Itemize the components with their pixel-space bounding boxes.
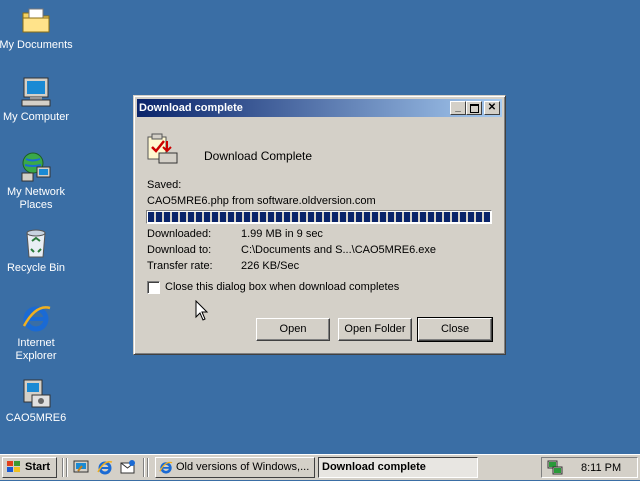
windows-logo-icon [6,461,22,474]
clock[interactable]: 8:11 PM [581,462,621,475]
recycle-bin-icon [20,227,52,259]
download-to-label: Download to: [147,244,212,256]
desktop-icon-label: My Documents [0,39,73,51]
desktop-icon-label: My Network Places [6,186,66,211]
start-label: Start [25,461,51,473]
network-places-icon [20,151,52,183]
mouse-cursor-icon [195,299,209,322]
desktop-icon-internet-explorer[interactable]: Internet Explorer [0,302,74,363]
download-to-value: C:\Documents and S...\CAO5MRE6.exe [241,244,437,256]
maximize-button[interactable] [466,101,482,115]
transfer-rate-label: Transfer rate: [147,260,213,272]
close-when-complete-label[interactable]: Close this dialog box when download comp… [165,281,399,294]
dialog-title-bar[interactable]: Download complete _ ✕ [137,99,502,117]
system-tray: 8:11 PM [541,457,638,478]
installer-icon [20,377,52,409]
desktop-icon-my-documents[interactable]: My Documents [0,4,74,52]
desktop-icon-label: Internet Explorer [15,337,57,362]
progress-fill [148,212,490,222]
show-desktop-icon[interactable] [73,459,89,475]
taskbar-separator [143,458,145,477]
maximize-icon [469,104,479,113]
desktop-icon-label: My Computer [2,111,70,123]
minimize-button[interactable]: _ [450,101,466,115]
internet-explorer-quicklaunch-icon[interactable] [97,459,113,475]
saved-label: Saved: [147,179,182,191]
saved-value: CAO5MRE6.php from software.oldversion.co… [147,195,376,207]
taskbar-item-download-complete[interactable]: Download complete [318,457,478,478]
download-complete-dialog: Download complete _ ✕ [133,95,506,355]
network-tray-icon[interactable] [547,460,563,478]
transfer-rate-value: 226 KB/Sec [241,260,300,272]
internet-explorer-icon [159,460,173,477]
close-button[interactable]: Close [417,317,493,342]
downloaded-label: Downloaded: [147,228,212,240]
taskbar-item-label: Download complete [322,461,426,473]
desktop-icon-my-network-places[interactable]: My Network Places [0,151,74,212]
outlook-express-icon[interactable] [120,459,136,475]
minimize-icon: _ [455,102,461,113]
desktop-icon-label: CAO5MRE6 [5,412,67,424]
internet-explorer-icon [20,302,52,334]
taskbar-item-old-versions[interactable]: Old versions of Windows,... [155,457,315,478]
desktop-icon-label: Recycle Bin [6,262,66,274]
taskbar-item-label: Old versions of Windows,... [176,461,310,473]
taskbar-separator [66,458,68,477]
desktop-icon-recycle-bin[interactable]: Recycle Bin [0,227,74,275]
open-button[interactable]: Open [256,318,330,341]
close-icon: ✕ [487,102,497,113]
open-folder-button[interactable]: Open Folder [338,318,412,341]
taskbar-separator [147,458,149,477]
close-when-complete-checkbox[interactable] [147,281,160,294]
taskbar-separator [62,458,64,477]
close-window-button[interactable]: ✕ [484,101,500,115]
folder-documents-icon [20,4,52,36]
download-progress-bar [146,210,492,224]
taskbar: Start Old versions of Windows,... Downlo… [0,454,640,480]
downloaded-value: 1.99 MB in 9 sec [241,228,323,240]
computer-icon [20,76,52,108]
desktop-icon-cao5mre6[interactable]: CAO5MRE6 [0,377,74,425]
start-button[interactable]: Start [2,457,57,478]
desktop-icon-my-computer[interactable]: My Computer [0,76,74,124]
dialog-title: Download complete [139,102,243,114]
dialog-heading: Download Complete [204,149,313,163]
download-complete-icon [145,133,179,165]
